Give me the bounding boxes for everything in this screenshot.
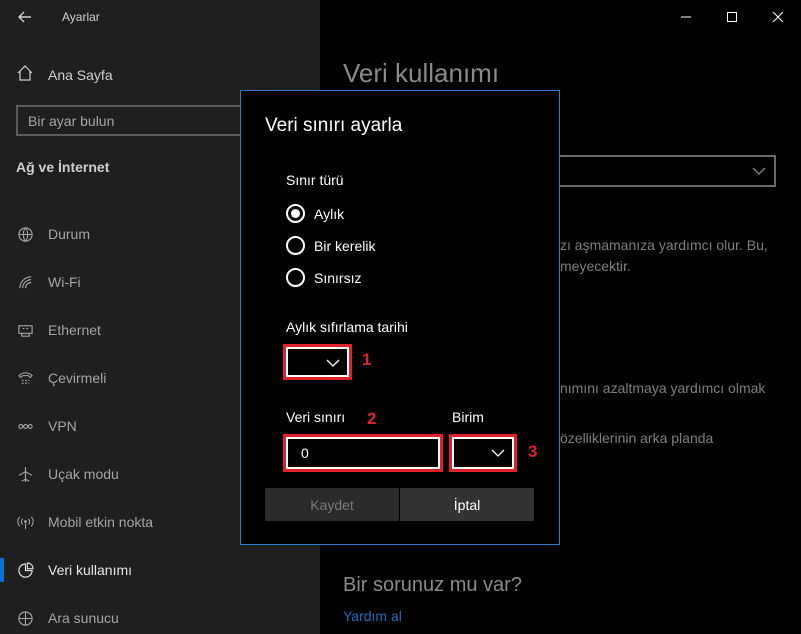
close-icon [772,11,784,23]
sidebar-item-label: Çevirmeli [48,370,107,386]
proxy-icon [16,609,34,627]
sidebar-item-label: VPN [48,418,77,434]
minimize-icon [681,16,691,18]
sidebar-item-label: Wi-Fi [48,274,81,290]
cancel-button[interactable]: İptal [400,488,534,521]
radio-label: Sınırsız [314,269,362,286]
radio-button[interactable] [286,236,305,255]
reset-date-label: Aylık sıfırlama tarihi [286,319,408,335]
app-title: Ayarlar [62,10,100,24]
data-usage-icon [16,561,34,579]
dialup-icon [16,369,34,387]
radio-button[interactable] [286,204,305,223]
annotation-marker-3: 3 [528,442,538,461]
sidebar-item-label: Mobil etkin nokta [48,514,154,530]
sidebar-item-label: Ethernet [48,322,101,338]
home-link[interactable]: Ana Sayfa [16,64,113,85]
radio-one-time[interactable]: Bir kerelik [286,236,375,255]
limit-type-label: Sınır türü [286,172,344,188]
help-link[interactable]: Yardım al [343,608,402,624]
radio-unlimited[interactable]: Sınırsız [286,268,361,287]
radio-monthly[interactable]: Aylık [286,204,344,223]
sidebar-item-ara-sunucu[interactable]: Ara sunucu [0,594,320,634]
help-heading: Bir sorunuz mu var? [343,574,522,596]
maximize-icon [727,12,737,22]
description-text: zı aşmamanıza yardımcı olur. Bu, [560,237,768,253]
close-button[interactable] [755,0,801,34]
description-text: meyecektir. [560,258,631,274]
sidebar-item-label: Ara sunucu [48,610,119,626]
airplane-icon [16,465,34,483]
sidebar-item-label: Uçak modu [48,466,119,482]
sidebar-item-veri-kullanimi[interactable]: Veri kullanımı [0,546,320,594]
annotation-marker-1: 1 [362,350,372,369]
reset-date-dropdown[interactable] [286,347,349,377]
back-arrow-icon[interactable] [14,6,36,28]
dialog-title: Veri sınırı ayarla [265,115,403,136]
save-button[interactable]: Kaydet [265,488,399,521]
unit-label: Birim [452,409,484,425]
sidebar-item-label: Durum [48,226,91,242]
unit-dropdown[interactable] [452,437,514,469]
globe-icon [16,225,34,243]
wifi-icon [16,273,34,291]
radio-label: Bir kerelik [314,237,376,254]
radio-button[interactable] [286,268,305,287]
chevron-down-icon [491,449,505,457]
vpn-icon [16,417,34,435]
maximize-button[interactable] [709,0,755,34]
hotspot-icon [16,513,34,531]
data-limit-dialog: Veri sınırı ayarla Sınır türü Aylık Bir … [240,90,560,545]
radio-label: Aylık [314,205,345,222]
data-limit-label: Veri sınırı [286,409,346,425]
window-controls [663,0,801,34]
minimize-button[interactable] [663,0,709,34]
home-label: Ana Sayfa [48,66,113,83]
network-dropdown[interactable] [554,155,776,187]
home-icon [16,64,34,85]
page-title: Veri kullanımı [343,58,500,88]
section-title: Ağ ve İnternet [16,159,110,175]
data-limit-input[interactable] [288,439,438,467]
description-text: özelliklerinin arka planda [560,430,714,446]
sidebar-item-label: Veri kullanımı [48,562,133,578]
ethernet-icon [16,321,34,339]
data-limit-field[interactable] [286,437,440,469]
chevron-down-icon [326,359,340,367]
description-text: nımını azaltmaya yardımcı olmak [560,380,766,396]
annotation-marker-2: 2 [367,409,377,428]
chevron-down-icon [752,167,766,175]
